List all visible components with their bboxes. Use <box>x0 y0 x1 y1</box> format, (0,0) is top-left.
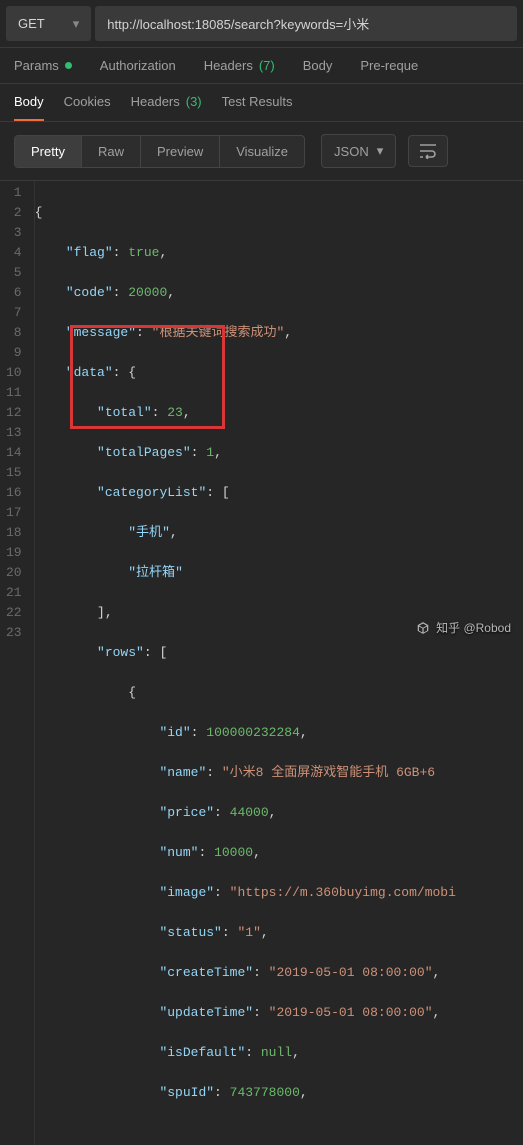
tab-authorization[interactable]: Authorization <box>100 58 176 73</box>
tab-testresults[interactable]: Test Results <box>222 84 293 121</box>
response-body-viewer: 1 2 3 4 5 6 7 8 9 10 11 12 13 14 15 16 1… <box>0 181 523 1145</box>
view-raw[interactable]: Raw <box>82 136 141 167</box>
tab-headers-resp[interactable]: Headers (3) <box>131 84 202 121</box>
zhihu-icon <box>416 621 430 635</box>
view-preview[interactable]: Preview <box>141 136 220 167</box>
watermark: 知乎 @Robod <box>416 619 511 636</box>
method-dropdown[interactable]: GET ▾ <box>6 6 91 41</box>
method-label: GET <box>18 16 45 31</box>
view-mode-tabs: Pretty Raw Preview Visualize <box>14 135 305 168</box>
tab-prerequest[interactable]: Pre-reque <box>360 58 418 73</box>
chevron-down-icon: ▾ <box>377 143 384 159</box>
request-tabs: Params Authorization Headers (7) Body Pr… <box>0 48 523 84</box>
tab-cookies[interactable]: Cookies <box>64 84 111 121</box>
tab-body-resp[interactable]: Body <box>14 84 44 121</box>
url-text: http://localhost:18085/search?keywords=小… <box>107 17 369 32</box>
wrap-icon <box>419 143 437 159</box>
chevron-down-icon: ▾ <box>73 16 80 32</box>
status-dot-icon <box>65 62 72 69</box>
view-visualize[interactable]: Visualize <box>220 136 304 167</box>
code-content[interactable]: { "flag": true, "code": 20000, "message"… <box>35 181 456 1145</box>
response-tabs: Body Cookies Headers (3) Test Results <box>0 84 523 122</box>
tab-headers-req[interactable]: Headers (7) <box>204 58 275 73</box>
request-bar: GET ▾ http://localhost:18085/search?keyw… <box>0 0 523 48</box>
view-pretty[interactable]: Pretty <box>15 136 82 167</box>
language-dropdown[interactable]: JSON ▾ <box>321 134 396 168</box>
view-options: Pretty Raw Preview Visualize JSON ▾ <box>0 122 523 181</box>
url-input[interactable]: http://localhost:18085/search?keywords=小… <box>95 6 517 41</box>
tab-body-req[interactable]: Body <box>303 58 333 73</box>
wrap-lines-button[interactable] <box>408 135 448 167</box>
tab-params[interactable]: Params <box>14 58 72 73</box>
line-gutter: 1 2 3 4 5 6 7 8 9 10 11 12 13 14 15 16 1… <box>0 181 35 1145</box>
